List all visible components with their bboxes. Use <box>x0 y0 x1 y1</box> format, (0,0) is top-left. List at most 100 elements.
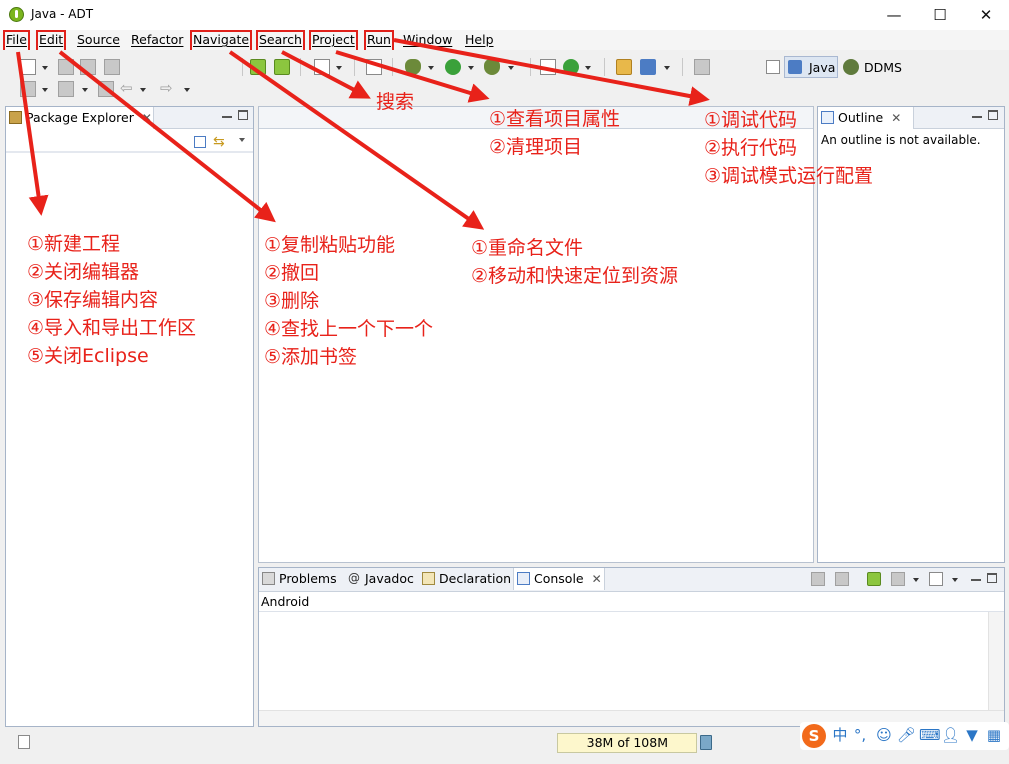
print-icon[interactable] <box>104 59 120 75</box>
perspective-java[interactable]: Java <box>784 56 838 78</box>
bottom-panel: Problems @ Javadoc Declaration Console ✕… <box>258 567 1005 727</box>
android-sdk-manager-icon[interactable] <box>250 59 266 75</box>
maximize-button[interactable]: ☐ <box>917 0 963 30</box>
tab-package-explorer[interactable]: Package Explorer ✕ <box>6 107 154 129</box>
close-button[interactable]: ✕ <box>963 0 1009 30</box>
close-icon[interactable]: ✕ <box>891 111 901 125</box>
ime-punct-toggle[interactable]: °, <box>851 726 869 744</box>
chevron-down-icon[interactable] <box>336 66 342 70</box>
view-menu-icon[interactable] <box>239 138 245 142</box>
close-icon[interactable]: ✕ <box>142 111 152 125</box>
minimize-icon[interactable] <box>971 573 981 581</box>
clear-console-icon[interactable] <box>811 572 825 586</box>
heap-status[interactable]: 38M of 108M <box>557 733 697 753</box>
fast-view-icon[interactable] <box>18 735 30 749</box>
user-icon[interactable]: 👤︎ <box>941 726 960 744</box>
last-edit-icon[interactable] <box>98 81 114 97</box>
annotation-run: ①调试代码 ②执行代码 ③调试模式运行配置 <box>704 106 873 190</box>
new-class-icon[interactable] <box>563 59 579 75</box>
annotation-edit-item: ③删除 <box>264 290 320 312</box>
console-label: Android <box>261 594 310 609</box>
menu-project[interactable]: Project <box>309 30 358 52</box>
minimize-icon[interactable] <box>972 110 982 118</box>
chevron-down-icon[interactable] <box>428 66 434 70</box>
pin-editor-icon[interactable] <box>694 59 710 75</box>
console-vertical-scrollbar[interactable] <box>988 612 1004 710</box>
perspective-java-label: Java <box>809 60 836 75</box>
bottom-panel-header: Problems @ Javadoc Declaration Console ✕ <box>259 568 1004 592</box>
open-task-icon[interactable] <box>640 59 656 75</box>
chevron-down-icon[interactable] <box>42 66 48 70</box>
chevron-down-icon[interactable] <box>585 66 591 70</box>
chevron-down-icon[interactable] <box>42 88 48 92</box>
chevron-down-icon[interactable] <box>913 578 919 582</box>
menu-file[interactable]: File <box>3 30 30 52</box>
pin-console-icon[interactable] <box>867 572 881 586</box>
menu-edit[interactable]: Edit <box>35 30 67 52</box>
tab-console[interactable]: Console ✕ <box>513 568 605 590</box>
new-android-xml-icon[interactable] <box>366 59 382 75</box>
forward-arrow-icon[interactable]: ⇨ <box>160 79 173 97</box>
external-tools-icon[interactable] <box>484 59 500 75</box>
maximize-icon[interactable] <box>238 110 248 120</box>
trash-icon[interactable] <box>700 735 712 750</box>
tab-declaration[interactable]: Declaration <box>419 568 511 590</box>
debug-icon[interactable] <box>405 59 421 75</box>
android-avd-manager-icon[interactable] <box>274 59 290 75</box>
tab-console-label: Console <box>534 571 584 586</box>
annotation-navigate-item: ②移动和快速定位到资源 <box>471 265 679 287</box>
chevron-down-icon[interactable] <box>664 66 670 70</box>
chevron-down-icon[interactable] <box>184 88 190 92</box>
open-type-icon[interactable] <box>616 59 632 75</box>
close-icon[interactable]: ✕ <box>592 572 602 586</box>
menu-window[interactable]: Window <box>403 32 452 50</box>
lint-check-icon[interactable] <box>314 59 330 75</box>
menu-bar: File Edit Source Refactor Navigate Searc… <box>0 30 1009 52</box>
tab-problems[interactable]: Problems <box>259 568 343 590</box>
annotation-file-item: ⑤关闭Eclipse <box>27 345 149 367</box>
chevron-down-icon[interactable] <box>140 88 146 92</box>
maximize-icon[interactable] <box>988 110 998 120</box>
smiley-icon[interactable]: ☺ <box>875 726 893 744</box>
save-all-icon[interactable] <box>80 59 96 75</box>
menu-navigate[interactable]: Navigate <box>189 30 253 52</box>
sogou-logo-icon[interactable]: S <box>802 724 826 748</box>
annotation-file-item: ②关闭编辑器 <box>27 261 140 283</box>
back-arrow-icon[interactable]: ⇦ <box>120 79 133 97</box>
menu-search[interactable]: Search <box>256 30 305 52</box>
run-icon[interactable] <box>445 59 461 75</box>
open-perspective-icon[interactable] <box>766 60 780 74</box>
annotation-icon[interactable] <box>20 81 36 97</box>
scroll-lock-icon[interactable] <box>835 572 849 586</box>
chevron-down-icon[interactable] <box>468 66 474 70</box>
microphone-icon[interactable]: 🎤︎ <box>897 726 916 744</box>
minimize-icon[interactable] <box>222 110 232 118</box>
chevron-down-icon[interactable] <box>82 88 88 92</box>
menu-help[interactable]: Help <box>465 32 494 50</box>
next-annotation-icon[interactable] <box>58 81 74 97</box>
link-with-editor-icon[interactable]: ⇆ <box>213 134 225 150</box>
toolbox-grid-icon[interactable]: ▦ <box>985 726 1003 744</box>
annotation-run-item: ①调试代码 <box>704 109 798 131</box>
skin-shirt-icon[interactable]: ▼ <box>963 726 981 744</box>
chevron-down-icon[interactable] <box>952 578 958 582</box>
annotation-project: ①查看项目属性 ②清理项目 <box>489 105 620 161</box>
collapse-all-icon[interactable] <box>194 136 206 148</box>
display-console-icon[interactable] <box>891 572 905 586</box>
open-console-icon[interactable] <box>929 572 943 586</box>
keyboard-icon[interactable]: ⌨ <box>919 726 941 744</box>
chevron-down-icon[interactable] <box>508 66 514 70</box>
minimize-button[interactable]: — <box>871 0 917 30</box>
maximize-icon[interactable] <box>987 573 997 583</box>
adt-app-icon <box>9 7 24 22</box>
menu-refactor[interactable]: Refactor <box>131 32 183 50</box>
title-bar: Java - ADT — ☐ ✕ <box>0 0 1009 30</box>
new-java-project-icon[interactable] <box>540 59 556 75</box>
new-icon[interactable] <box>20 59 36 75</box>
save-icon[interactable] <box>58 59 74 75</box>
tab-javadoc[interactable]: @ Javadoc <box>345 568 417 590</box>
menu-run[interactable]: Run <box>364 30 394 52</box>
menu-source[interactable]: Source <box>77 32 120 50</box>
perspective-ddms[interactable]: DDMS <box>864 60 902 75</box>
ime-lang-toggle[interactable]: 中 <box>831 726 849 744</box>
